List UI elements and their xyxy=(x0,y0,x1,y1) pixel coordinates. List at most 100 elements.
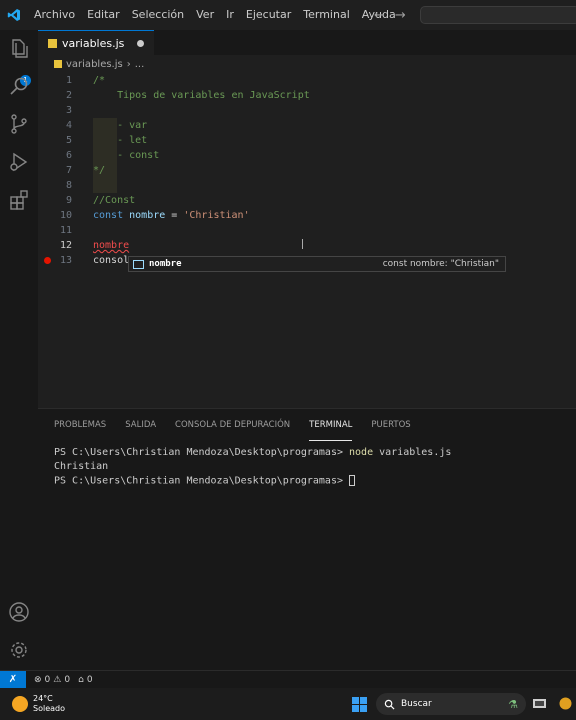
code-line: 7 */ xyxy=(38,163,576,178)
tab-label: variables.js xyxy=(62,36,125,50)
menu-seleccion[interactable]: Selección xyxy=(126,0,190,30)
breadcrumb: variables.js › ... xyxy=(38,55,576,73)
editor-area: variables.js variables.js › ... 1 /* 2 T… xyxy=(38,30,576,408)
line-number: 5 xyxy=(65,135,72,146)
code-text: - let xyxy=(93,135,148,146)
bing-chemistry-icon: ⚗ xyxy=(508,697,518,711)
command-center-search[interactable] xyxy=(420,6,576,24)
warning-count: 0 xyxy=(64,674,71,685)
menu-ver[interactable]: Ver xyxy=(190,0,220,30)
js-file-icon xyxy=(48,38,57,48)
extensions-icon[interactable] xyxy=(7,188,31,212)
line-number: 6 xyxy=(65,150,72,161)
code-text: - const xyxy=(93,150,160,161)
taskbar-search[interactable]: Buscar ⚗ xyxy=(376,693,526,715)
activity-bar: 1 xyxy=(0,30,38,670)
menu-editar[interactable]: Editar xyxy=(81,0,126,30)
menu-terminal[interactable]: Terminal xyxy=(297,0,356,30)
line-number: 2 xyxy=(65,90,72,101)
tab-puertos[interactable]: PUERTOS xyxy=(371,409,410,441)
code-line: 2 Tipos de variables en JavaScript xyxy=(38,88,576,103)
weather-temp: 24°C xyxy=(33,694,53,703)
code-line: 9 //Const xyxy=(38,193,576,208)
terminal-cursor[interactable] xyxy=(349,475,356,486)
breadcrumb-more[interactable]: ... xyxy=(135,59,145,70)
settings-gear-icon[interactable] xyxy=(7,638,31,662)
tab-variables-js[interactable]: variables.js xyxy=(38,30,155,55)
error-icon: ⊗ xyxy=(34,674,42,685)
taskbar-app-icon[interactable] xyxy=(532,696,547,711)
windows-taskbar: 24°C Soleado Buscar ⚗ xyxy=(0,688,576,720)
sun-icon xyxy=(12,696,28,712)
code-text: const nombre = 'Christian' xyxy=(93,210,250,221)
suggestion-label[interactable]: nombre xyxy=(149,259,182,269)
line-number: 11 xyxy=(59,225,72,236)
terminal-output[interactable]: PS C:\Users\Christian Mendoza\Desktop\pr… xyxy=(54,447,451,489)
breadcrumb-separator: › xyxy=(126,58,131,70)
tab-terminal[interactable]: TERMINAL xyxy=(309,409,353,441)
breakpoint-icon[interactable] xyxy=(44,257,51,264)
forward-arrow-icon[interactable]: → xyxy=(395,8,406,23)
windows-start-icon[interactable] xyxy=(352,697,367,712)
string-literal: 'Christian' xyxy=(183,210,250,221)
vscode-logo-icon xyxy=(0,0,28,30)
line-number: 9 xyxy=(65,195,72,206)
ports-count: 0 xyxy=(86,674,93,685)
breadcrumb-file[interactable]: variables.js xyxy=(66,59,123,70)
ports-status[interactable]: ⌂ 0 xyxy=(78,675,92,685)
remote-indicator-icon[interactable]: ✗ xyxy=(0,670,26,689)
menu-ir[interactable]: Ir xyxy=(220,0,240,30)
terminal-argument: variables.js xyxy=(373,447,452,458)
weather-condition: Soleado xyxy=(33,704,65,713)
panel-tabs: PROBLEMAS SALIDA CONSOLA DE DEPURACIÓN T… xyxy=(38,409,576,441)
tab-problemas[interactable]: PROBLEMAS xyxy=(54,409,106,441)
terminal-line: PS C:\Users\Christian Mendoza\Desktop\pr… xyxy=(54,475,451,489)
terminal-line: PS C:\Users\Christian Mendoza\Desktop\pr… xyxy=(54,447,451,461)
code-text: */ xyxy=(93,165,106,176)
search-icon xyxy=(384,699,395,710)
line-number: 4 xyxy=(65,120,72,131)
account-icon[interactable] xyxy=(7,600,31,624)
variable-name: nombre xyxy=(129,210,166,221)
bottom-panel: PROBLEMAS SALIDA CONSOLA DE DEPURACIÓN T… xyxy=(38,408,576,670)
code-line: 5 - let xyxy=(38,133,576,148)
mouse-cursor-icon xyxy=(302,239,303,249)
code-line: 6 - const xyxy=(38,148,576,163)
run-debug-icon[interactable] xyxy=(7,150,31,174)
unsaved-dot-icon[interactable] xyxy=(137,39,145,47)
explorer-icon[interactable] xyxy=(7,36,31,60)
taskbar-search-label: Buscar xyxy=(401,699,432,709)
code-text: /* xyxy=(93,75,106,86)
variable-symbol-icon xyxy=(133,259,144,269)
menu-archivo[interactable]: Archivo xyxy=(28,0,81,30)
status-bar: ✗ ⊗ 0 ⚠ 0 ⌂ 0 xyxy=(0,670,576,689)
search-icon[interactable] xyxy=(7,74,31,98)
line-number: 10 xyxy=(59,210,72,221)
code-text: consol xyxy=(93,255,130,266)
code-text: - var xyxy=(93,120,148,131)
tab-salida[interactable]: SALIDA xyxy=(125,409,156,441)
source-control-icon[interactable] xyxy=(7,112,31,136)
code-text-error: nombre xyxy=(93,240,130,251)
code-line: 4 - var xyxy=(38,118,576,133)
terminal-command: node xyxy=(349,447,374,458)
suggestion-widget[interactable]: nombre const nombre: "Christian" xyxy=(128,256,506,272)
js-file-icon xyxy=(54,60,62,68)
code-line: 11 xyxy=(38,223,576,238)
terminal-line: Christian xyxy=(54,461,451,475)
weather-widget[interactable]: 24°C Soleado xyxy=(12,694,65,714)
suggestion-detail: const nombre: "Christian" xyxy=(382,259,499,269)
code-text: Tipos de variables en JavaScript xyxy=(93,90,310,101)
error-count: 0 xyxy=(44,674,51,685)
terminal-prompt: PS C:\Users\Christian Mendoza\Desktop\pr… xyxy=(54,447,343,458)
code-line: 8 xyxy=(38,178,576,193)
menu-ejecutar[interactable]: Ejecutar xyxy=(240,0,297,30)
nav-arrows: ← → xyxy=(374,0,406,30)
back-arrow-icon[interactable]: ← xyxy=(374,8,385,23)
problems-status[interactable]: ⊗ 0 ⚠ 0 xyxy=(34,675,70,685)
tab-consola-depuracion[interactable]: CONSOLA DE DEPURACIÓN xyxy=(175,409,290,441)
terminal-output-text: Christian xyxy=(54,461,109,472)
taskbar-app-icon[interactable] xyxy=(558,696,573,711)
line-number: 12 xyxy=(59,240,72,251)
terminal-prompt: PS C:\Users\Christian Mendoza\Desktop\pr… xyxy=(54,475,343,487)
